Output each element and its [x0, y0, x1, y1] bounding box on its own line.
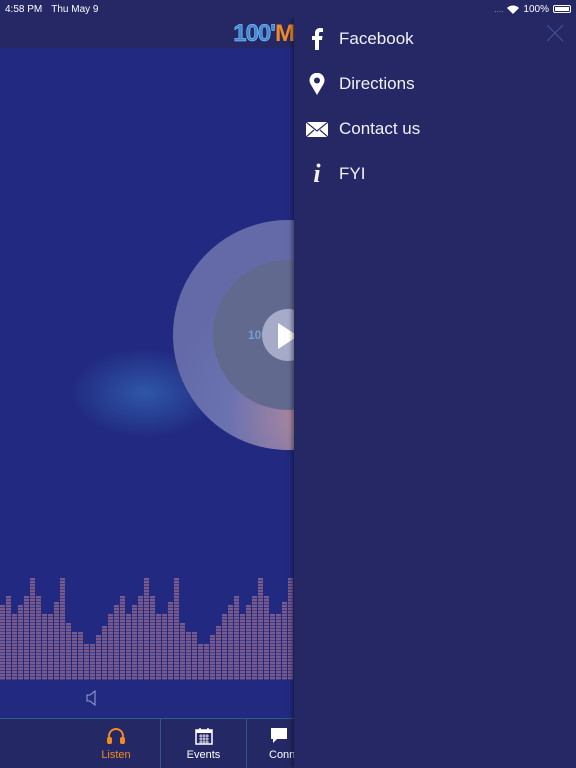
equalizer-bar	[90, 644, 95, 680]
map-pin-icon	[309, 73, 325, 95]
equalizer-bar	[120, 596, 125, 680]
station-logo: 100'M	[233, 20, 294, 47]
equalizer-bar	[78, 632, 83, 680]
equalizer-bar	[258, 578, 263, 680]
equalizer-bar	[186, 632, 191, 680]
equalizer-bar	[216, 626, 221, 680]
battery-percent: 100%	[523, 3, 549, 15]
menu-item-fyi[interactable]: i FYI	[304, 159, 365, 189]
close-icon[interactable]	[546, 24, 564, 42]
equalizer-bar	[108, 614, 113, 680]
equalizer-bar	[48, 614, 53, 680]
info-icon: i	[313, 159, 321, 188]
equalizer-bar	[54, 602, 59, 680]
status-time: 4:58 PM	[5, 3, 43, 15]
tab-bar: Listen Events Conn	[0, 718, 294, 768]
equalizer-bar	[180, 623, 185, 680]
equalizer-bar	[96, 635, 101, 680]
equalizer-bar	[114, 605, 119, 680]
equalizer-bar	[288, 578, 293, 680]
equalizer-bar	[18, 605, 23, 680]
tab-listen[interactable]: Listen	[72, 719, 160, 768]
equalizer-bar	[282, 602, 287, 680]
equalizer-bar	[42, 614, 47, 680]
equalizer-bar	[234, 596, 239, 680]
equalizer-visualizer	[0, 578, 293, 680]
status-date: Thu May 9	[51, 3, 99, 15]
equalizer-bar	[150, 596, 155, 680]
equalizer-bar	[0, 605, 5, 680]
equalizer-bar	[252, 596, 257, 680]
equalizer-bar	[198, 644, 203, 680]
equalizer-bar	[210, 635, 215, 680]
equalizer-bar	[24, 596, 29, 680]
equalizer-bar	[228, 605, 233, 680]
menu-item-contact-us[interactable]: Contact us	[304, 114, 420, 144]
equalizer-bar	[138, 596, 143, 680]
battery-icon	[553, 5, 571, 13]
equalizer-bar	[264, 596, 269, 680]
equalizer-bar	[222, 614, 227, 680]
equalizer-bar	[66, 623, 71, 680]
status-bar: 4:58 PM Thu May 9 .... 100%	[0, 0, 576, 18]
equalizer-bar	[156, 614, 161, 680]
equalizer-bar	[162, 614, 167, 680]
menu-item-facebook[interactable]: Facebook	[304, 24, 414, 54]
equalizer-bar	[174, 578, 179, 680]
equalizer-bar	[126, 614, 131, 680]
equalizer-bar	[30, 578, 35, 680]
facebook-icon	[312, 28, 323, 50]
equalizer-bar	[102, 626, 107, 680]
headphones-icon	[107, 727, 125, 744]
app-header: 100'M	[0, 18, 294, 48]
equalizer-bar	[60, 578, 65, 680]
equalizer-bar	[36, 596, 41, 680]
equalizer-bar	[132, 605, 137, 680]
equalizer-bar	[12, 614, 17, 680]
menu-item-directions[interactable]: Directions	[304, 69, 415, 99]
envelope-icon	[306, 121, 328, 137]
equalizer-bar	[246, 605, 251, 680]
equalizer-bar	[84, 644, 89, 680]
side-menu: Facebook Directions Contact us i FYI	[294, 18, 576, 768]
equalizer-bar	[204, 644, 209, 680]
equalizer-bar	[240, 614, 245, 680]
tab-connect[interactable]: Conn	[246, 719, 294, 768]
equalizer-bar	[6, 596, 11, 680]
equalizer-bar	[276, 614, 281, 680]
calendar-icon	[194, 727, 213, 745]
equalizer-bar	[144, 578, 149, 680]
equalizer-bar	[192, 632, 197, 680]
volume-icon[interactable]	[86, 690, 98, 706]
equalizer-bar	[72, 632, 77, 680]
chat-bubble-icon	[271, 727, 287, 743]
player-area: 100'M	[0, 48, 294, 718]
wifi-icon	[507, 5, 520, 14]
tab-events[interactable]: Events	[160, 719, 246, 768]
signal-dots: ....	[494, 4, 504, 14]
equalizer-bar	[168, 602, 173, 680]
equalizer-bar	[270, 614, 275, 680]
play-icon[interactable]	[278, 323, 294, 349]
